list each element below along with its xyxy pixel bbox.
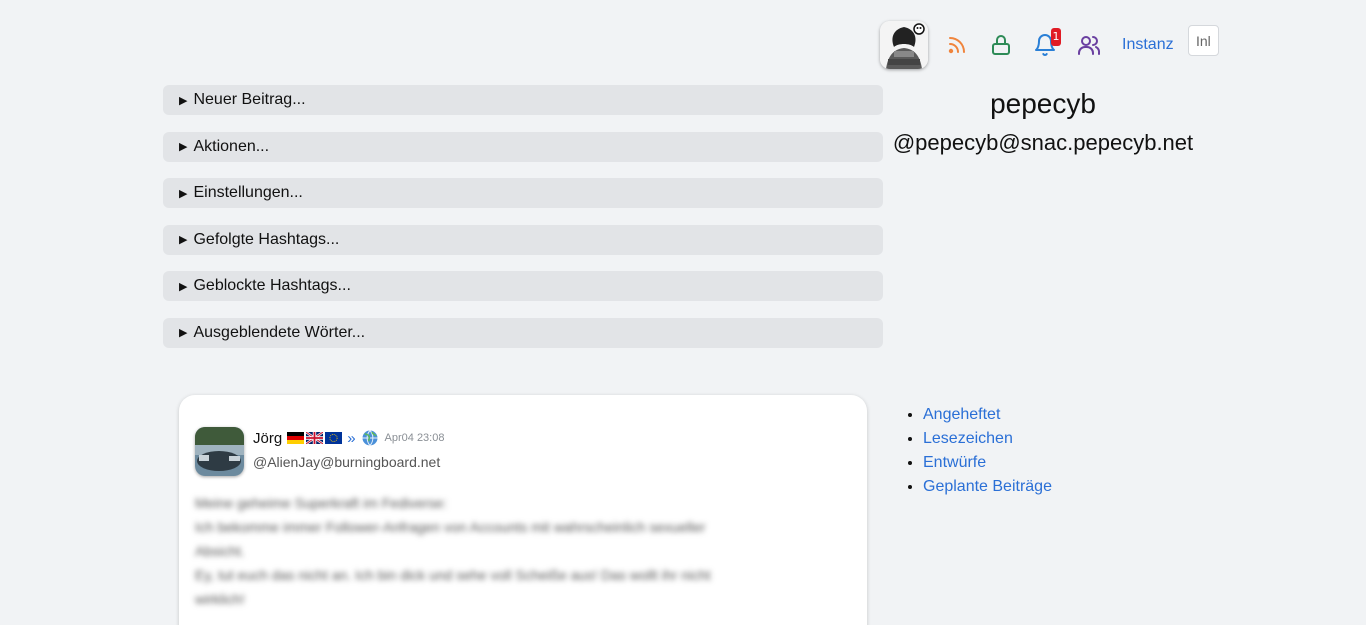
instanz-link[interactable]: Instanz	[1122, 36, 1178, 54]
rss-icon[interactable]	[942, 30, 972, 60]
top-bar: 1 Instanz	[880, 20, 1178, 70]
drafts-link[interactable]: Entwürfe	[923, 454, 986, 471]
post-body-line: Meine geheime Superkraft im Fediverse:	[195, 495, 448, 511]
lock-icon[interactable]	[986, 30, 1016, 60]
inline-text-field[interactable]: Inl	[1188, 25, 1219, 56]
post-body-line: Ich bekomme immer Follower-Anfragen von …	[195, 519, 706, 535]
post-author-name[interactable]: Jörg	[253, 430, 282, 447]
disclosure-triangle-icon: ▶	[179, 141, 188, 153]
section-settings[interactable]: ▶ Einstellungen...	[163, 178, 883, 208]
avatar-image	[880, 21, 928, 69]
post-author-handle: @AlienJay@burningboard.net	[253, 454, 441, 470]
post-date[interactable]: Apr04 23:08	[385, 432, 445, 444]
section-label: Geblockte Hashtags...	[193, 277, 351, 294]
section-actions[interactable]: ▶ Aktionen...	[163, 131, 883, 162]
side-link-item: Geplante Beiträge	[923, 475, 1052, 499]
post-header: Jörg » Apr04 23:08 @AlienJay@burningboar…	[253, 429, 444, 471]
disclosure-triangle-icon: ▶	[179, 234, 188, 246]
scheduled-posts-link[interactable]: Geplante Beiträge	[923, 478, 1052, 495]
section-blocked-hashtags[interactable]: ▶ Geblockte Hashtags...	[163, 271, 883, 301]
disclosure-triangle-icon: ▶	[179, 187, 188, 200]
section-label: Neuer Beitrag...	[193, 91, 306, 108]
page: 1 Instanz Inl pepecyb @pepecyb@snac.pepe…	[0, 0, 1366, 625]
section-hidden-words[interactable]: ▶ Ausgeblendete Wörter...	[163, 317, 883, 348]
profile-handle: @pepecyb@snac.pepecyb.net	[892, 130, 1194, 155]
section-label: Gefolgte Hashtags...	[193, 230, 340, 248]
post-body-line: Absicht.	[195, 543, 245, 559]
uk-flag-icon	[306, 432, 324, 444]
bookmarks-link[interactable]: Lesezeichen	[923, 430, 1013, 447]
side-link-item: Entwürfe	[923, 451, 1052, 475]
section-label: Aktionen...	[193, 137, 270, 155]
pinned-link[interactable]: Angeheftet	[923, 406, 1000, 423]
boost-separator: »	[347, 429, 356, 447]
side-link-item: Lesezeichen	[923, 427, 1052, 451]
section-label: Einstellungen...	[193, 184, 303, 201]
side-links: Angeheftet Lesezeichen Entwürfe Geplante…	[905, 403, 1052, 499]
disclosure-triangle-icon: ▶	[179, 327, 188, 339]
settings-sections: ▶ Neuer Beitrag... ▶ Aktionen... ▶ Einst…	[163, 85, 883, 364]
post-author-avatar[interactable]	[195, 427, 244, 476]
section-new-post[interactable]: ▶ Neuer Beitrag...	[163, 85, 883, 115]
inline-text-field-value: Inl	[1196, 33, 1211, 49]
de-flag-icon	[287, 432, 305, 444]
side-link-item: Angeheftet	[923, 403, 1052, 427]
post-body: Meine geheime Superkraft im Fediverse: I…	[195, 491, 825, 611]
post-avatar-image	[195, 427, 244, 476]
profile-avatar[interactable]	[880, 21, 928, 69]
section-followed-hashtags[interactable]: ▶ Gefolgte Hashtags...	[163, 224, 883, 255]
notification-badge: 1	[1051, 28, 1061, 46]
section-label: Ausgeblendete Wörter...	[193, 323, 366, 341]
author-flags	[287, 432, 343, 444]
post-body-line: wirklich!	[195, 591, 245, 607]
disclosure-triangle-icon: ▶	[179, 94, 188, 107]
disclosure-triangle-icon: ▶	[179, 280, 188, 293]
post-card: Jörg » Apr04 23:08 @AlienJay@burningboar…	[179, 395, 867, 625]
notifications-bell-icon[interactable]: 1	[1030, 28, 1061, 60]
author-line: Jörg » Apr04 23:08	[253, 429, 444, 447]
post-body-line: Ey, tut euch das nicht an. Ich bin dick …	[195, 567, 711, 583]
people-icon[interactable]	[1074, 30, 1104, 60]
eu-flag-icon	[325, 432, 343, 444]
profile-name: pepecyb	[990, 88, 1096, 119]
globe-icon	[362, 430, 378, 446]
